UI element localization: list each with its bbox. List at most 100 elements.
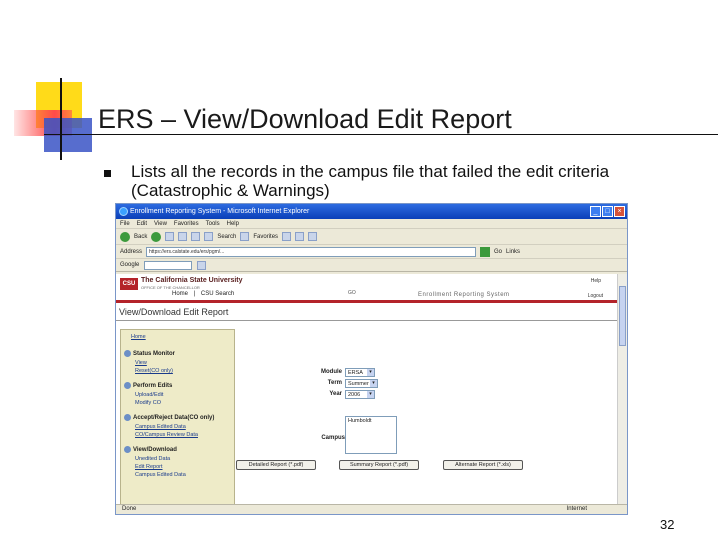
- chevron-down-icon[interactable]: ▾: [367, 369, 374, 376]
- sidebar-status-monitor: Status Monitor: [124, 350, 175, 357]
- year-select[interactable]: 2006 ▾: [345, 390, 375, 399]
- sidebar-perform-edits: Perform Edits: [124, 382, 172, 389]
- campus-label: Campus: [321, 435, 345, 441]
- module-select[interactable]: ERSA ▾: [345, 368, 375, 377]
- sidebar-accept-reject: Accept/Reject Data(CO only): [124, 414, 214, 421]
- page-number: 32: [660, 517, 675, 532]
- sidebar-accept-reject-label: Accept/Reject Data(CO only): [133, 415, 215, 422]
- campus-option[interactable]: Humboldt: [348, 418, 372, 424]
- sidebar-edit-report[interactable]: Edit Report: [135, 464, 163, 470]
- mail-icon[interactable]: [295, 232, 305, 241]
- page-title-divider: [116, 320, 619, 321]
- bullet-icon: [104, 170, 111, 177]
- year-label: Year: [329, 391, 342, 397]
- alternate-report-button[interactable]: Alternate Report (*.xls): [443, 460, 523, 470]
- logout-link[interactable]: Logout: [588, 293, 603, 299]
- campus-listbox[interactable]: Humboldt: [345, 416, 397, 454]
- menu-bar: File Edit View Favorites Tools Help: [116, 219, 627, 229]
- maximize-button[interactable]: □: [602, 206, 613, 217]
- favorites-icon[interactable]: [240, 232, 250, 241]
- close-button[interactable]: ×: [614, 206, 625, 217]
- sidebar-modify-co[interactable]: Modify CO: [135, 400, 161, 406]
- go-icon[interactable]: [480, 246, 491, 257]
- sidebar-campus-review[interactable]: CO/Campus Review Data: [135, 432, 198, 438]
- status-zone: Internet: [566, 506, 587, 512]
- stop-icon[interactable]: [165, 232, 175, 241]
- favorites-label[interactable]: Favorites: [253, 234, 278, 240]
- sidebar-campus-edited[interactable]: Campus Edited Data: [135, 424, 186, 430]
- ie-icon: [119, 207, 128, 216]
- browser-window: Enrollment Reporting System - Microsoft …: [115, 203, 628, 515]
- sidebar-campus-edited-2[interactable]: Campus Edited Data: [135, 472, 186, 478]
- sidebar-upload-edit[interactable]: Upload/Edit: [135, 392, 163, 398]
- sidebar-view-download: View/Download: [124, 446, 177, 453]
- google-search-input[interactable]: [144, 260, 193, 270]
- bullet-text: Lists all the records in the campus file…: [131, 162, 610, 200]
- decor-vertical-line: [60, 78, 62, 160]
- decor-blue-square: [44, 118, 92, 152]
- refresh-icon[interactable]: [178, 232, 188, 241]
- org-name: The California State University: [141, 277, 243, 284]
- chevron-down-icon[interactable]: ▾: [370, 380, 377, 387]
- menu-file[interactable]: File: [120, 219, 130, 228]
- print-icon[interactable]: [308, 232, 318, 241]
- page-title: View/Download Edit Report: [119, 307, 229, 317]
- nav-home[interactable]: Home: [172, 291, 188, 297]
- system-name: Enrollment Reporting System: [418, 292, 510, 298]
- sidebar-home[interactable]: Home: [131, 334, 146, 340]
- module-label: Module: [321, 369, 342, 375]
- go-button[interactable]: GO: [348, 290, 356, 296]
- web-page: CSU The California State University OFFI…: [116, 274, 619, 506]
- status-monitor-icon: [124, 350, 131, 357]
- nav-separator: |: [193, 291, 196, 297]
- home-icon[interactable]: [191, 232, 201, 241]
- view-download-icon: [124, 446, 131, 453]
- menu-help[interactable]: Help: [227, 219, 239, 228]
- menu-edit[interactable]: Edit: [137, 219, 147, 228]
- window-titlebar: Enrollment Reporting System - Microsoft …: [116, 204, 627, 219]
- media-icon[interactable]: [282, 232, 292, 241]
- csu-logo: CSU: [120, 278, 138, 290]
- sidebar-view[interactable]: View: [135, 360, 147, 366]
- summary-report-button[interactable]: Summary Report (*.pdf): [339, 460, 419, 470]
- perform-edits-icon: [124, 382, 131, 389]
- year-value: 2006: [348, 392, 361, 398]
- detailed-report-button[interactable]: Detailed Report (*.pdf): [236, 460, 316, 470]
- minimize-button[interactable]: _: [590, 206, 601, 217]
- nav-csu-search[interactable]: CSU Search: [201, 291, 234, 297]
- window-title: Enrollment Reporting System - Microsoft …: [130, 208, 310, 215]
- address-label: Address: [120, 248, 143, 255]
- toolbar: Back Search Favorites: [116, 229, 627, 245]
- chevron-down-icon[interactable]: ▾: [367, 391, 374, 398]
- address-input[interactable]: https://ers.calstate.edu/ers/pgm/...: [146, 246, 477, 257]
- address-bar: Address https://ers.calstate.edu/ers/pgm…: [116, 245, 627, 259]
- slide: ERS – View/Download Edit Report Lists al…: [0, 0, 720, 540]
- help-link[interactable]: Help: [591, 278, 601, 284]
- back-label[interactable]: Back: [134, 234, 147, 240]
- google-toolbar: Google: [116, 259, 627, 272]
- header-red-bar: [116, 300, 619, 303]
- google-label: Google: [120, 262, 140, 268]
- term-select[interactable]: Summer ▾: [345, 379, 378, 388]
- sidebar-view-download-label: View/Download: [133, 447, 177, 454]
- sidebar-unedited[interactable]: Unedited Data: [135, 456, 170, 462]
- menu-tools[interactable]: Tools: [206, 219, 220, 228]
- google-search-icon[interactable]: [197, 260, 207, 270]
- sidebar-status-monitor-label: Status Monitor: [133, 351, 175, 358]
- vertical-scrollbar[interactable]: [617, 274, 627, 506]
- forward-icon[interactable]: [151, 231, 162, 242]
- module-value: ERSA: [348, 370, 363, 376]
- go-label[interactable]: Go: [494, 249, 502, 255]
- search-label[interactable]: Search: [217, 234, 236, 240]
- menu-view[interactable]: View: [154, 219, 167, 228]
- sidebar: Home Status Monitor View Reset(CO only) …: [120, 329, 235, 506]
- back-icon[interactable]: [120, 231, 130, 242]
- sidebar-reset[interactable]: Reset(CO only): [135, 368, 173, 374]
- search-icon[interactable]: [204, 232, 214, 241]
- accept-reject-icon: [124, 414, 131, 421]
- links-label[interactable]: Links: [506, 249, 520, 255]
- scroll-thumb[interactable]: [619, 286, 626, 346]
- status-bar: Done Internet: [116, 504, 627, 514]
- menu-favorites[interactable]: Favorites: [174, 219, 199, 228]
- org-subtitle: OFFICE OF THE CHANCELLOR: [141, 285, 200, 290]
